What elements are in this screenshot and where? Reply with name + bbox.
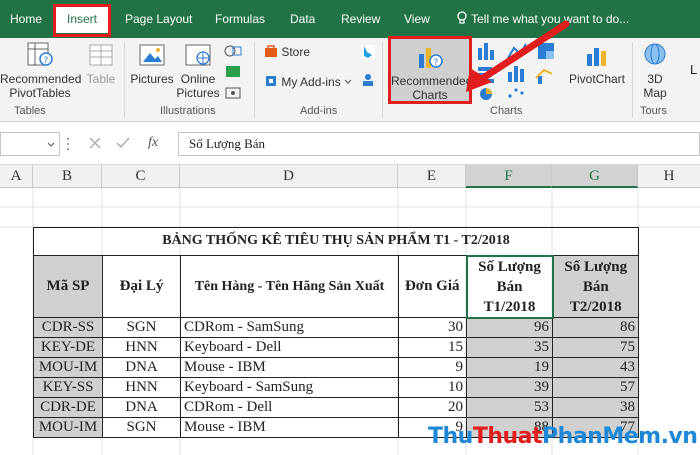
header-sl-t1-line3: T1/2018 [483,298,536,315]
cell-ma-sp[interactable]: KEY-SS [33,377,103,398]
table-row: MOU-IM DNA Mouse - IBM 9 19 43 [33,357,639,378]
cell-don-gia[interactable]: 20 [398,397,467,418]
cell-sl-t1[interactable]: 19 [466,357,553,378]
column-headers: A B C D E F G H [0,164,700,188]
cell-sl-t2[interactable]: 75 [552,337,639,358]
insert-function-icon[interactable]: fx [148,135,158,151]
cell-don-gia[interactable]: 15 [398,337,467,358]
watermark-part: Thu [428,424,473,449]
column-header-selected[interactable]: F [466,165,552,188]
table-title[interactable]: BẢNG THỐNG KÊ TIÊU THỤ SẢN PHẨM T1 - T2/… [33,227,639,256]
cell-dai-ly[interactable]: HNN [102,377,181,398]
cell-dai-ly[interactable]: SGN [102,317,181,338]
cell-ten-hang[interactable]: Keyboard - Dell [180,337,399,358]
formula-bar: fx Số Lượng Bán [0,122,700,164]
header-sl-t2-line1: Số Lượng [564,258,628,275]
column-header-selected[interactable]: G [552,165,638,188]
watermark-part: .vn [660,424,698,449]
cell-don-gia[interactable]: 9 [398,357,467,378]
cell-don-gia[interactable]: 10 [398,377,467,398]
cell-sl-t2[interactable]: 38 [552,397,639,418]
column-header[interactable]: E [398,165,466,188]
chevron-down-icon [47,138,55,152]
name-box[interactable] [0,132,60,156]
cell-ma-sp[interactable]: MOU-IM [33,417,103,438]
cell-ten-hang[interactable]: Mouse - IBM [180,357,399,378]
cell-sl-t2[interactable]: 57 [552,377,639,398]
header-ten-hang[interactable]: Tên Hàng - Tên Hãng Sản Xuất [180,255,399,318]
cell-sl-t2[interactable]: 86 [552,317,639,338]
cell-don-gia[interactable]: 30 [398,317,467,338]
cell-ma-sp[interactable]: MOU-IM [33,357,103,378]
dots-icon [66,137,70,154]
cell-ma-sp[interactable]: KEY-DE [33,337,103,358]
header-sl-t2-line3: T2/2018 [569,298,622,315]
cell-dai-ly[interactable]: DNA [102,357,181,378]
cell-ten-hang[interactable]: Keyboard - SamSung [180,377,399,398]
table-row: CDR-DE DNA CDRom - Dell 20 53 38 [33,397,639,418]
header-sl-t2-line2: Bán [582,278,609,295]
column-header[interactable]: C [102,165,180,188]
column-header[interactable]: B [33,165,102,188]
header-sl-t1[interactable]: Số Lượng Bán T1/2018 [465,254,554,319]
sales-table: BẢNG THỐNG KÊ TIÊU THỤ SẢN PHẨM T1 - T2/… [33,227,639,438]
header-sl-t2[interactable]: Số Lượng Bán T2/2018 [552,255,639,318]
header-sl-t1-line2: Bán [496,278,523,295]
header-dai-ly[interactable]: Đại Lý [102,255,181,318]
cell-ma-sp[interactable]: CDR-SS [33,317,103,338]
cell-dai-ly[interactable]: SGN [102,417,181,438]
header-sl-t1-line1: Số Lượng [478,258,541,275]
cancel-icon[interactable] [88,136,102,153]
table-row: KEY-DE HNN Keyboard - Dell 15 35 75 [33,337,639,358]
cell-dai-ly[interactable]: HNN [102,337,181,358]
watermark-logo: ThuThuatPhanMem.vn [428,424,698,449]
cell-ten-hang[interactable]: CDRom - SamSung [180,317,399,338]
cell-sl-t1[interactable]: 39 [466,377,553,398]
header-ma-sp[interactable]: Mã SP [33,255,103,318]
watermark-part: PhanMem [542,424,661,449]
column-header[interactable]: D [180,165,398,188]
formula-input[interactable]: Số Lượng Bán [178,132,700,156]
cell-ten-hang[interactable]: Mouse - IBM [180,417,399,438]
column-header[interactable]: A [0,165,33,188]
cell-ten-hang[interactable]: CDRom - Dell [180,397,399,418]
cell-sl-t1[interactable]: 96 [466,317,553,338]
column-header[interactable]: H [638,165,700,188]
table-row: KEY-SS HNN Keyboard - SamSung 10 39 57 [33,377,639,398]
cell-sl-t1[interactable]: 53 [466,397,553,418]
cell-dai-ly[interactable]: DNA [102,397,181,418]
cell-sl-t2[interactable]: 43 [552,357,639,378]
watermark-part: Thuat [472,424,543,449]
header-don-gia[interactable]: Đơn Giá [398,255,467,318]
table-row: CDR-SS SGN CDRom - SamSung 30 96 86 [33,317,639,338]
cell-ma-sp[interactable]: CDR-DE [33,397,103,418]
enter-icon[interactable] [116,136,130,153]
cell-sl-t1[interactable]: 35 [466,337,553,358]
